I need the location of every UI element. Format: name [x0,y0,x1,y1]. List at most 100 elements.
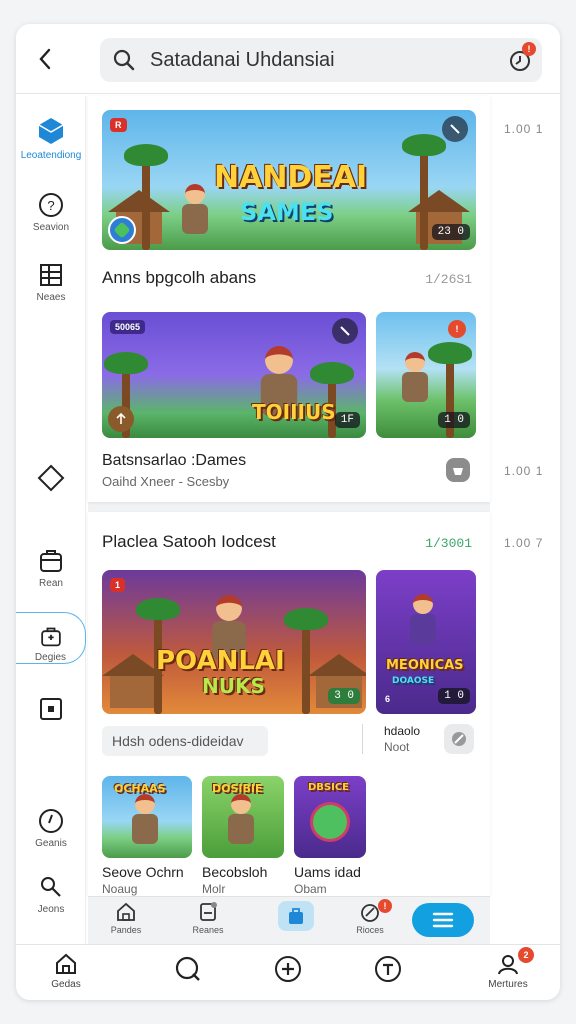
game-banner[interactable]: MEONICAS DOAOSE 6 1 0 [376,570,476,714]
nav-item-search[interactable] [148,955,228,983]
game-tile[interactable]: DOSIBIE [202,776,284,858]
side-sub: Noot [384,740,410,754]
section-toolbar: Pandes Reanes ! Rioces [88,896,490,944]
share-icon [116,413,126,424]
shield-badge [108,216,136,244]
sidebar-item-label: Geanis [35,838,67,849]
game-logo-sub: NUKS [202,674,265,698]
banner-badge: ! [448,320,466,338]
store-icon [40,550,62,572]
game-banner[interactable]: ! 1 0 [376,312,476,438]
tile-subtitle: Noaug [102,882,138,896]
sidebar-item-store[interactable]: Rean [16,548,86,589]
menu-icon [432,912,454,928]
sidebar-item-square[interactable] [16,696,86,722]
toolbar-item-store[interactable] [266,901,326,931]
game-tile[interactable]: OCHAAS [102,776,192,858]
nav-item-add[interactable] [248,955,328,983]
sidebar-item-service[interactable]: ? Seavion [16,192,86,233]
home-icon [56,953,76,974]
monster-illustration [310,802,350,842]
character-illustration [224,794,258,854]
row-indicator: 1.00 1 [504,464,544,478]
nav-item-home[interactable]: Gedas [26,951,106,990]
hero-tag: R [110,118,127,132]
clock-icon [39,809,63,833]
toolbar-badge: ! [378,899,392,913]
tile-title: Uams idad [294,864,361,880]
hero-action-button[interactable] [442,116,468,142]
palm-illustration [284,608,328,714]
game-logo: TOIIIUS [252,400,336,424]
back-icon [39,48,51,70]
palm-illustration [124,144,168,250]
section-title: Batsnsarlao :Dames [102,452,247,469]
game-logo: POANLAI [156,646,285,676]
sidebar-item-degies[interactable]: Degies [16,612,86,664]
game-logo: MEONICAS [386,658,464,673]
hero-banner[interactable]: POANLAI NUKS 1 3 0 [102,570,366,714]
basket-icon [453,468,463,475]
menu-button[interactable] [412,903,474,937]
nav-item-activity[interactable] [348,955,428,983]
game-card: NANDEAI SAMES R 23 0 Anns bpgcolh abans … [88,96,490,502]
toolbar-item-label: Pandes [110,925,142,935]
sidebar-item-label: Jeons [37,904,65,915]
plus-icon [275,956,301,982]
banner-action-button[interactable] [332,318,358,344]
side-label: hdaolo [384,724,421,738]
notification-button[interactable]: ! [508,42,536,72]
basket-button[interactable] [446,458,470,482]
activity-icon [375,956,401,982]
character-illustration [178,184,212,244]
game-logo: DBSICE [308,782,350,793]
character-illustration [406,594,440,654]
edit-icon [450,124,460,134]
svg-text:?: ? [47,198,54,213]
sidebar-item-search[interactable]: Jeons [16,874,86,915]
description-field[interactable]: Hdsh odens-dideidav [102,726,268,756]
search-input[interactable]: Satadanai Uhdansiai [150,49,335,72]
banner-counter: 1 0 [438,412,470,428]
back-button[interactable] [30,44,60,74]
hero-tag: 1 [110,578,126,592]
game-tile[interactable]: DBSICE [294,776,366,858]
bag-icon [289,908,303,924]
palm-illustration [402,134,446,250]
sidebar-item-diamond[interactable] [16,464,86,492]
diamond-icon [37,464,65,492]
toolbar-item-label: Rioces [356,925,384,935]
hut-illustration [102,654,164,708]
banner-share-button[interactable] [108,406,134,432]
toolbar-item-rioces[interactable]: ! Rioces [340,899,400,935]
bottom-nav: Gedas 2 Mertures [16,944,560,1000]
bag-icon [40,627,61,647]
search-icon [175,956,200,981]
cube-icon [38,118,64,144]
sidebar-item-news[interactable]: Neaes [16,262,86,303]
edit-button[interactable] [444,724,474,754]
help-icon: ? [39,193,63,217]
toolbar-item-label: Reanes [192,925,224,935]
game-logo: OCHAAS [114,782,166,795]
nav-item-profile[interactable]: 2 Mertures [468,947,548,990]
game-logo: NANDEAI [214,160,368,195]
hero-banner[interactable]: NANDEAI SAMES R 23 0 [102,110,476,250]
game-card: Placlea Satooh Iodcest 1/3001 POANLAI NU… [88,512,490,896]
main-content: NANDEAI SAMES R 23 0 Anns bpgcolh abans … [88,96,490,944]
search-bar[interactable]: Satadanai Uhdansiai ! [100,38,542,82]
sidebar-item-label: Degies [34,652,67,663]
sidebar-item-clock[interactable]: Geanis [16,808,86,849]
row-indicator: 1.00 1 [504,122,544,136]
card-title: Placlea Satooh Iodcest [102,532,276,551]
toolbar-item-pandes[interactable]: Pandes [96,901,156,935]
game-logo-sub: SAMES [240,198,334,226]
card-meta: 1/26S1 [425,272,472,287]
sidebar-item-label: Neaes [36,292,66,303]
notification-badge: ! [522,42,536,56]
sidebar-item-home[interactable]: Leoatendiong [16,116,86,161]
game-banner[interactable]: 50065 TOIIIUS 1F [102,312,366,438]
toolbar-item-reanes[interactable]: Reanes [178,901,238,935]
banner-counter: 1F [334,412,360,428]
store-button[interactable] [278,901,314,931]
